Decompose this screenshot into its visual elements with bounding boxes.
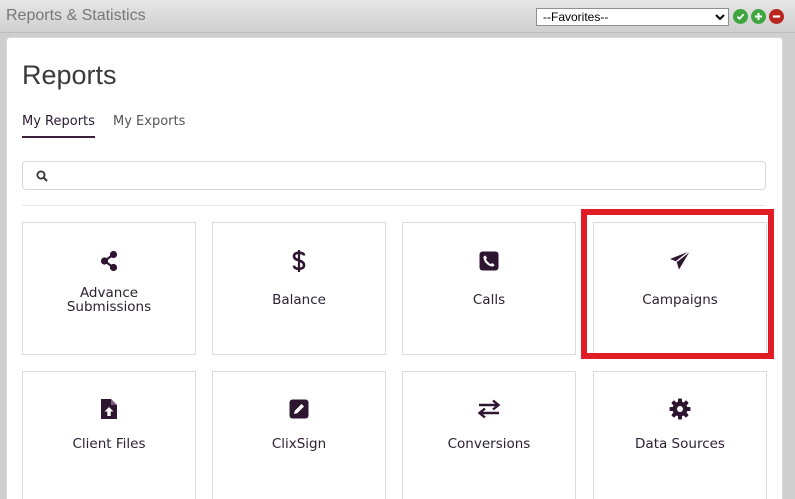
window-title: Reports & Statistics xyxy=(6,7,146,24)
report-card-label: Campaigns xyxy=(642,292,718,308)
check-icon xyxy=(736,13,745,21)
page-title: Reports xyxy=(22,60,117,90)
report-card-campaigns[interactable]: Campaigns xyxy=(593,222,767,355)
plus-icon xyxy=(754,12,763,21)
report-card-label: Conversions xyxy=(447,436,531,452)
favorites-select[interactable]: --Favorites-- xyxy=(536,8,729,26)
search-input[interactable] xyxy=(55,165,755,186)
tab-my-reports[interactable]: My Reports xyxy=(22,114,95,138)
report-card-label: Balance xyxy=(272,292,326,308)
phone-square-icon xyxy=(479,251,499,271)
confirm-favorite-button[interactable] xyxy=(733,9,748,24)
minus-icon xyxy=(772,15,781,18)
report-card-data-sources[interactable]: Data Sources xyxy=(593,371,767,499)
share-icon xyxy=(100,250,118,272)
tab-my-exports[interactable]: My Exports xyxy=(113,114,185,129)
search-icon xyxy=(36,170,48,182)
report-card-label: Calls xyxy=(472,292,506,308)
report-card-calls[interactable]: Calls xyxy=(402,222,576,355)
report-card-clixsign[interactable]: ClixSign xyxy=(212,371,386,499)
report-card-label: Data Sources xyxy=(635,436,725,452)
report-card-advance-submissions[interactable]: Advance Submissions xyxy=(22,222,196,355)
search-box[interactable] xyxy=(22,161,766,190)
report-card-balance[interactable]: Balance xyxy=(212,222,386,355)
remove-favorite-button[interactable] xyxy=(769,9,784,24)
file-upload-icon xyxy=(101,399,117,419)
window-titlebar: Reports & Statistics --Favorites-- xyxy=(0,0,795,33)
exchange-arrows-icon xyxy=(477,399,501,419)
report-card-label: Advance Submissions xyxy=(66,285,152,315)
report-card-label: Client Files xyxy=(72,436,146,452)
edit-square-icon xyxy=(289,399,309,419)
add-favorite-button[interactable] xyxy=(751,9,766,24)
gear-icon xyxy=(669,398,691,420)
reports-panel: Reports My Reports My Exports Advance Su… xyxy=(6,37,783,499)
dollar-icon xyxy=(292,250,306,272)
report-card-label: ClixSign xyxy=(271,436,327,452)
divider xyxy=(22,205,766,206)
report-card-conversions[interactable]: Conversions xyxy=(402,371,576,499)
report-card-client-files[interactable]: Client Files xyxy=(22,371,196,499)
paper-plane-icon xyxy=(670,250,691,270)
